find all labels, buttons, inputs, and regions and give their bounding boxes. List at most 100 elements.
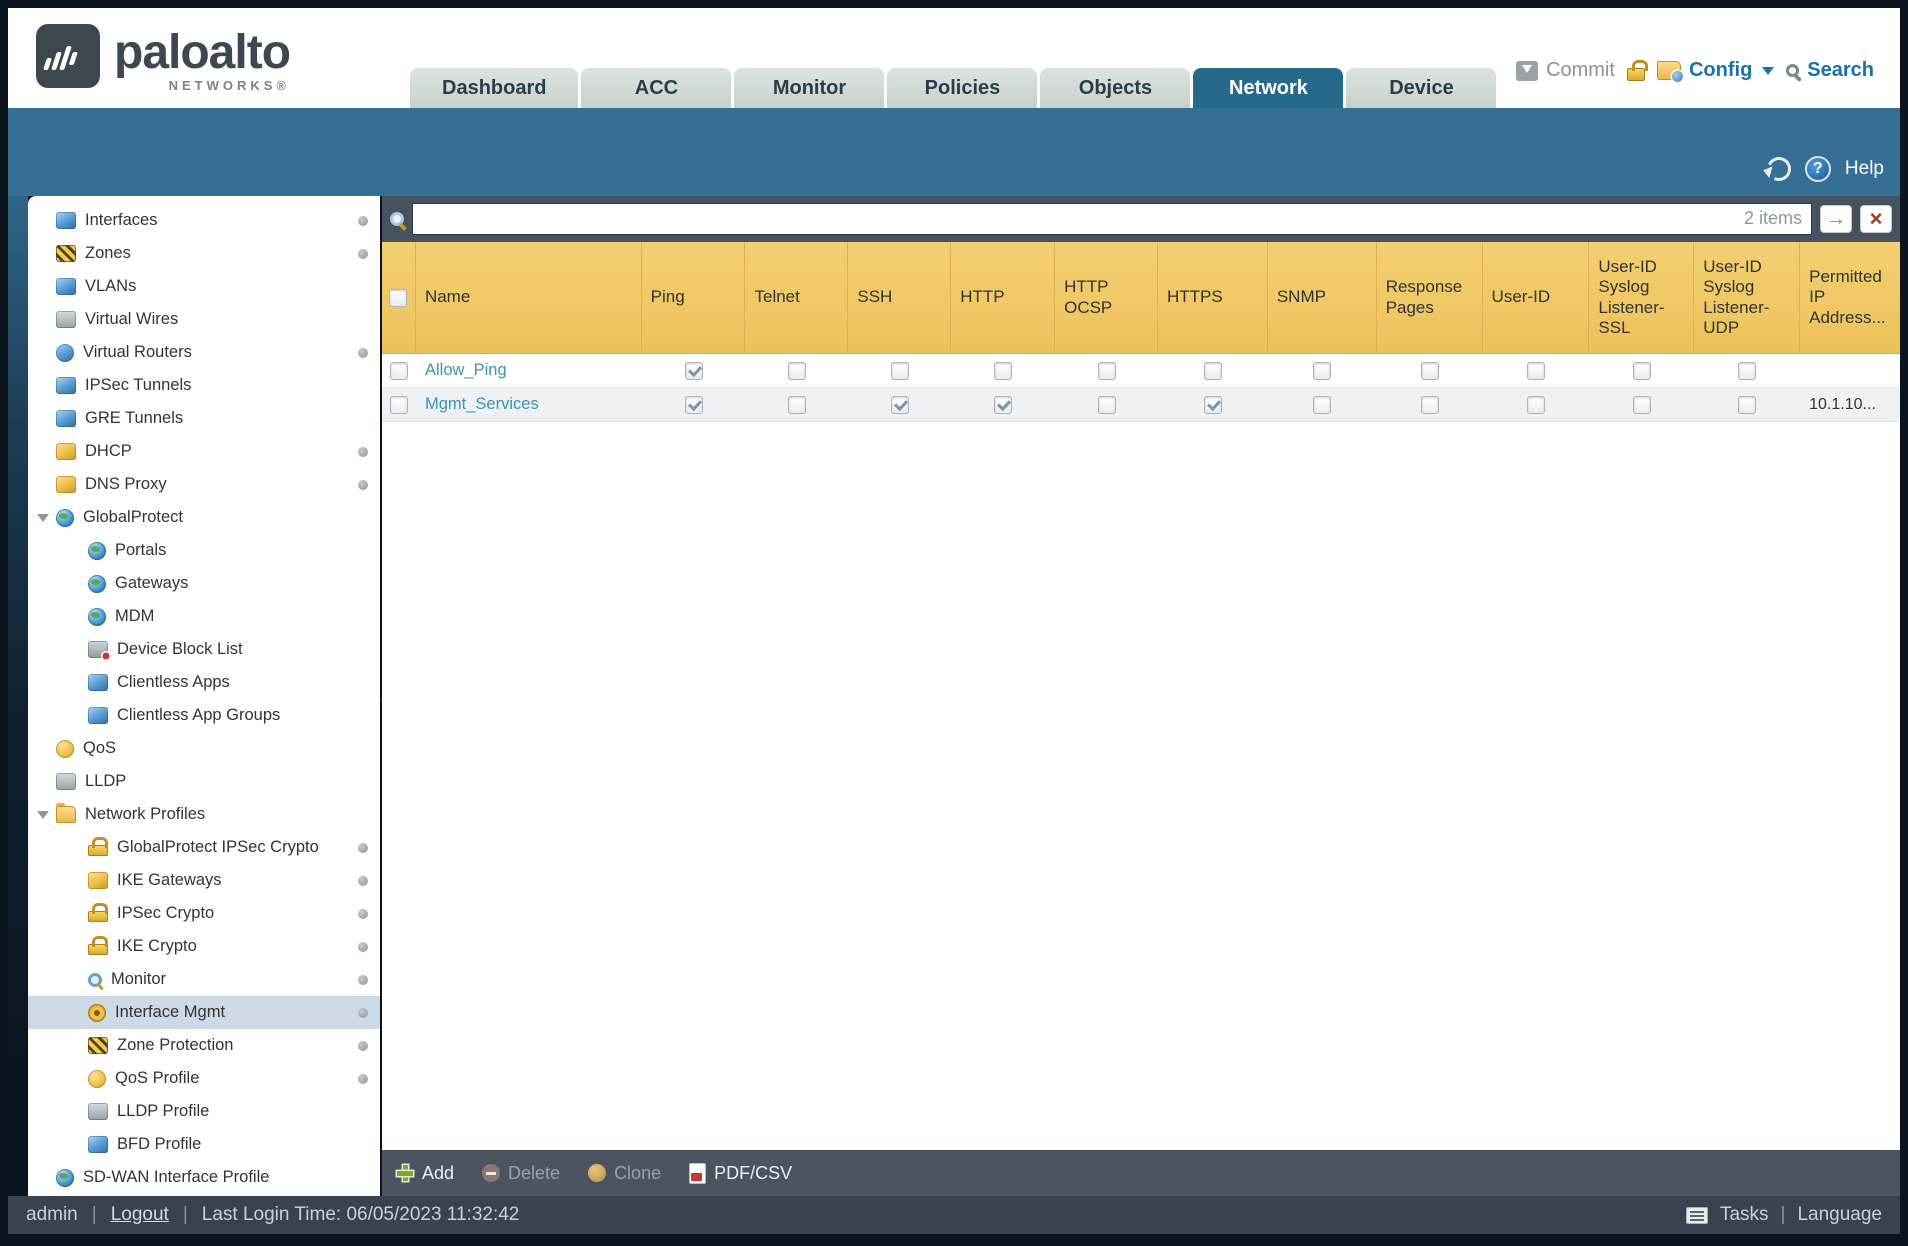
sidebar-item-interfaces[interactable]: Interfaces [28, 204, 380, 237]
sidebar-item-vlans[interactable]: VLANs [28, 270, 380, 303]
help-icon[interactable]: ? [1804, 156, 1831, 182]
expand-caret-icon[interactable] [37, 514, 49, 522]
sidebar-item-network-profiles[interactable]: Network Profiles [28, 798, 380, 831]
lock-icon[interactable] [1626, 60, 1648, 81]
apply-filter-button[interactable]: → [1820, 205, 1852, 233]
row-select-checkbox[interactable] [390, 361, 408, 380]
help-label[interactable]: Help [1845, 158, 1884, 180]
commit-button[interactable]: Commit [1516, 59, 1615, 82]
sidebar-item-monitor[interactable]: Monitor [28, 963, 380, 996]
unchecked-checkbox[interactable] [1097, 361, 1116, 380]
sidebar-item-clientless-apps[interactable]: Clientless Apps [28, 666, 380, 699]
sidebar-item-zones[interactable]: Zones [28, 237, 380, 270]
sidebar-item-device-block-list[interactable]: Device Block List [28, 633, 380, 666]
refresh-icon[interactable] [1763, 153, 1795, 185]
sidebar-item-sd-wan-interface-profile[interactable]: SD-WAN Interface Profile [28, 1161, 380, 1194]
clone-button[interactable]: Clone [588, 1163, 661, 1184]
permitted-ip-cell: 10.1.10... [1809, 395, 1876, 413]
sidebar-item-globalprotect-ipsec-crypto[interactable]: GlobalProtect IPSec Crypto [28, 831, 380, 864]
sidebar-item-clientless-app-groups[interactable]: Clientless App Groups [28, 699, 380, 732]
checked-checkbox[interactable] [1203, 395, 1222, 414]
unchecked-checkbox[interactable] [1313, 395, 1332, 414]
unchecked-checkbox[interactable] [994, 361, 1013, 380]
tab-objects[interactable]: Objects [1040, 68, 1191, 108]
profile-name-link[interactable]: Mgmt_Services [425, 395, 539, 414]
sidebar-item-zone-protection[interactable]: Zone Protection [28, 1029, 380, 1062]
column-header-ping[interactable]: Ping [642, 242, 746, 353]
unchecked-checkbox[interactable] [1526, 395, 1545, 414]
unchecked-checkbox[interactable] [1738, 361, 1757, 380]
sidebar-item-qos-profile[interactable]: QoS Profile [28, 1062, 380, 1095]
unchecked-checkbox[interactable] [1738, 395, 1757, 414]
tab-monitor[interactable]: Monitor [734, 68, 885, 108]
sidebar-item-ike-gateways[interactable]: IKE Gateways [28, 864, 380, 897]
checked-checkbox[interactable] [994, 395, 1013, 414]
sidebar-item-qos[interactable]: QoS [28, 732, 380, 765]
column-header-https[interactable]: HTTPS [1158, 242, 1268, 353]
global-search-button[interactable]: Search [1786, 59, 1874, 82]
unchecked-checkbox[interactable] [1526, 361, 1545, 380]
unchecked-checkbox[interactable] [787, 361, 806, 380]
config-menu-button[interactable]: Config [1656, 59, 1775, 82]
tab-network[interactable]: Network [1193, 68, 1344, 108]
tab-device[interactable]: Device [1346, 68, 1497, 108]
tasks-icon[interactable] [1685, 1206, 1708, 1224]
sidebar-item-lldp-profile[interactable]: LLDP Profile [28, 1095, 380, 1128]
pdf-csv-button[interactable]: PDF/CSV [689, 1162, 792, 1184]
column-header-http[interactable]: HTTP [951, 242, 1056, 353]
column-header-user-id-syslog-listener-ssl[interactable]: User-ID Syslog Listener-SSL [1589, 242, 1695, 353]
column-header-permitted-ip-address[interactable]: Permitted IP Address... [1800, 242, 1900, 353]
column-header-user-id[interactable]: User-ID [1483, 242, 1590, 353]
sidebar-item-virtual-wires[interactable]: Virtual Wires [28, 303, 380, 336]
column-header-http-ocsp[interactable]: HTTP OCSP [1055, 242, 1158, 353]
column-header-name[interactable]: Name [416, 242, 642, 353]
tab-dashboard[interactable]: Dashboard [410, 68, 579, 108]
expand-caret-icon[interactable] [37, 811, 49, 819]
column-header-user-id-syslog-listener-udp[interactable]: User-ID Syslog Listener-UDP [1694, 242, 1801, 353]
sidebar-item-virtual-routers[interactable]: Virtual Routers [28, 336, 380, 369]
tab-policies[interactable]: Policies [887, 68, 1038, 108]
sidebar-item-ipsec-tunnels[interactable]: IPSec Tunnels [28, 369, 380, 402]
checked-checkbox[interactable] [684, 395, 703, 414]
sidebar-item-dhcp[interactable]: DHCP [28, 435, 380, 468]
delete-button[interactable]: Delete [482, 1163, 560, 1184]
tasks-link[interactable]: Tasks [1720, 1204, 1769, 1226]
unchecked-checkbox[interactable] [1203, 361, 1222, 380]
sidebar-item-globalprotect[interactable]: GlobalProtect [28, 501, 380, 534]
sidebar-item-interface-mgmt[interactable]: Interface Mgmt [28, 996, 380, 1029]
sidebar-item-ike-crypto[interactable]: IKE Crypto [28, 930, 380, 963]
profile-name-link[interactable]: Allow_Ping [425, 361, 507, 380]
filter-input[interactable] [412, 203, 1812, 235]
sidebar-item-lldp[interactable]: LLDP [28, 765, 380, 798]
sidebar-item-dns-proxy[interactable]: DNS Proxy [28, 468, 380, 501]
column-header-ssh[interactable]: SSH [848, 242, 952, 353]
checked-checkbox[interactable] [684, 361, 703, 380]
sidebar-item-mdm[interactable]: MDM [28, 600, 380, 633]
sidebar-item-ipsec-crypto[interactable]: IPSec Crypto [28, 897, 380, 930]
language-link[interactable]: Language [1797, 1204, 1882, 1226]
checked-checkbox[interactable] [890, 395, 909, 414]
tab-acc[interactable]: ACC [581, 68, 732, 108]
select-all-checkbox[interactable] [389, 288, 408, 307]
column-header-telnet[interactable]: Telnet [745, 242, 849, 353]
column-header-response-pages[interactable]: Response Pages [1377, 242, 1483, 353]
sidebar-item-gre-tunnels[interactable]: GRE Tunnels [28, 402, 380, 435]
row-select-checkbox[interactable] [390, 395, 408, 414]
logout-link[interactable]: Logout [111, 1204, 169, 1226]
unchecked-checkbox[interactable] [1632, 361, 1651, 380]
unchecked-checkbox[interactable] [1097, 395, 1116, 414]
table-row: Allow_Ping [382, 354, 1900, 388]
unchecked-checkbox[interactable] [787, 395, 806, 414]
sidebar-item-gateways[interactable]: Gateways [28, 567, 380, 600]
unchecked-checkbox[interactable] [890, 361, 909, 380]
unchecked-checkbox[interactable] [1420, 361, 1439, 380]
unchecked-checkbox[interactable] [1420, 395, 1439, 414]
column-header-snmp[interactable]: SNMP [1268, 242, 1377, 353]
unchecked-checkbox[interactable] [1632, 395, 1651, 414]
sidebar-item-portals[interactable]: Portals [28, 534, 380, 567]
add-button[interactable]: Add [396, 1163, 454, 1184]
unchecked-checkbox[interactable] [1313, 361, 1332, 380]
clear-filter-button[interactable]: × [1860, 205, 1892, 233]
virtual-routers-icon [56, 343, 74, 362]
sidebar-item-bfd-profile[interactable]: BFD Profile [28, 1128, 380, 1161]
